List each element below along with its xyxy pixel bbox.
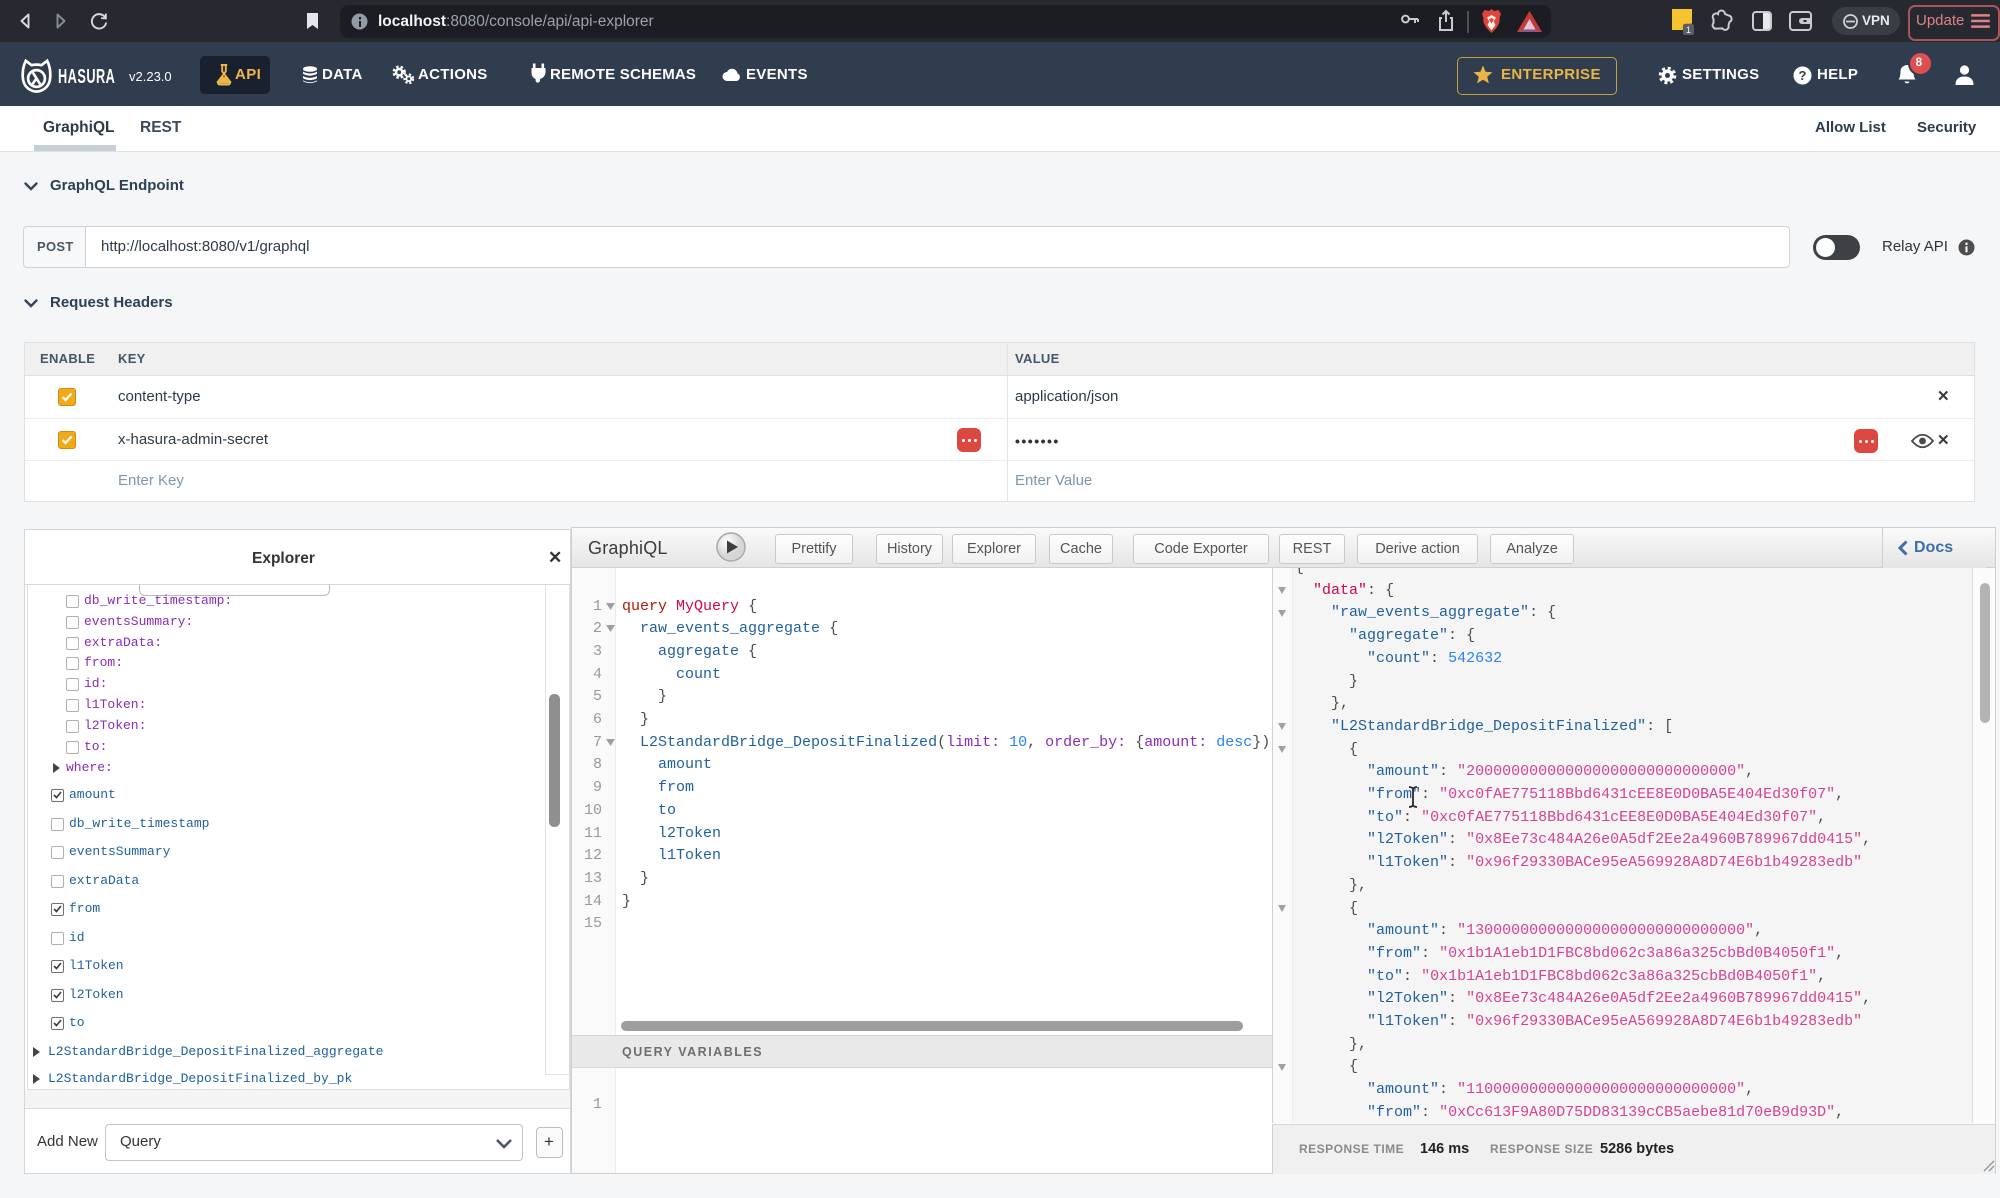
svg-text:1: 1 bbox=[1686, 25, 1691, 35]
svg-text:?: ? bbox=[1799, 68, 1807, 83]
